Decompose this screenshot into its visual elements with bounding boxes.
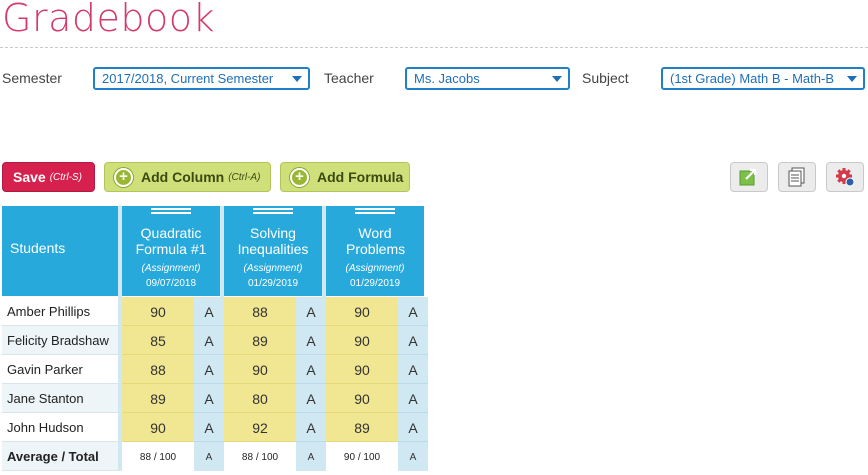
grade-cell: A	[296, 384, 326, 413]
add-formula-label: Add Formula	[317, 169, 404, 185]
column-kind: (Assignment)	[141, 263, 201, 274]
plus-icon: +	[114, 167, 133, 187]
score-cell[interactable]: 88	[224, 297, 296, 326]
add-column-button[interactable]: + Add Column (Ctrl-A)	[104, 162, 271, 192]
add-formula-button[interactable]: + Add Formula	[280, 162, 410, 192]
subject-label: Subject	[582, 70, 629, 86]
score-cell[interactable]: 90	[326, 297, 398, 326]
score-cell[interactable]: 90	[122, 413, 194, 442]
column-date: 09/07/2018	[145, 278, 197, 289]
average-total-label: Average / Total	[2, 442, 118, 471]
student-name: Gavin Parker	[2, 355, 118, 384]
score-cell[interactable]: 80	[224, 384, 296, 413]
column-header-inequalities[interactable]: Solving Inequalities (Assignment) 01/29/…	[224, 206, 322, 296]
add-column-shortcut: (Ctrl-A)	[228, 171, 261, 183]
chevron-down-icon	[552, 76, 562, 82]
chevron-down-icon	[847, 76, 857, 82]
total-score: 88 / 100	[122, 442, 194, 471]
semester-label: Semester	[2, 70, 62, 86]
semester-select-value: 2017/2018, Current Semester	[102, 71, 274, 86]
teacher-select[interactable]: Ms. Jacobs	[405, 67, 570, 90]
column-header-quadratic[interactable]: Quadratic Formula #1 (Assignment) 09/07/…	[122, 206, 220, 296]
grade-cell: A	[194, 384, 224, 413]
semester-select[interactable]: 2017/2018, Current Semester	[93, 67, 310, 90]
column-date: 01/29/2019	[349, 278, 401, 289]
report-button[interactable]	[778, 162, 816, 192]
drag-handle-icon[interactable]	[151, 208, 191, 214]
drag-handle-icon[interactable]	[253, 208, 293, 214]
export-icon	[739, 168, 757, 186]
total-grade: A	[296, 442, 326, 471]
drag-handle-icon[interactable]	[355, 208, 395, 214]
grade-cell: A	[296, 355, 326, 384]
save-button[interactable]: Save (Ctrl-S)	[2, 162, 95, 192]
grade-cell: A	[296, 413, 326, 442]
column-name: Solving Inequalities	[237, 225, 309, 257]
column-kind: (Assignment)	[345, 263, 405, 274]
score-cell[interactable]: 90	[224, 355, 296, 384]
grade-cell: A	[296, 297, 326, 326]
teacher-label: Teacher	[324, 70, 374, 86]
column-header-word-problems[interactable]: Word Problems (Assignment) 01/29/2019	[326, 206, 424, 296]
grade-cell: A	[398, 355, 428, 384]
save-button-label: Save	[13, 169, 46, 185]
grade-cell: A	[398, 384, 428, 413]
column-date: 01/29/2019	[247, 278, 299, 289]
total-grade: A	[194, 442, 224, 471]
student-name: Jane Stanton	[2, 384, 118, 413]
grade-cell: A	[398, 297, 428, 326]
student-name: Felicity Bradshaw	[2, 326, 118, 355]
save-shortcut: (Ctrl-S)	[49, 171, 82, 183]
title-divider	[0, 47, 868, 48]
grade-cell: A	[194, 355, 224, 384]
score-cell[interactable]: 89	[122, 384, 194, 413]
student-name: Amber Phillips	[2, 297, 118, 326]
add-column-label: Add Column	[141, 169, 225, 185]
score-cell[interactable]: 92	[224, 413, 296, 442]
score-cell[interactable]: 90	[326, 355, 398, 384]
grade-cell: A	[398, 326, 428, 355]
chevron-down-icon	[292, 76, 302, 82]
students-header-label: Students	[10, 240, 66, 256]
total-grade: A	[398, 442, 428, 471]
score-cell[interactable]: 85	[122, 326, 194, 355]
gear-icon	[836, 168, 855, 187]
grade-cell: A	[296, 326, 326, 355]
subject-select[interactable]: (1st Grade) Math B - Math-B	[661, 67, 865, 90]
grade-cell: A	[194, 297, 224, 326]
student-name: John Hudson	[2, 413, 118, 442]
plus-icon: +	[290, 167, 309, 187]
column-name: Quadratic Formula #1	[135, 225, 207, 257]
column-name: Word Problems	[346, 225, 406, 257]
subject-select-value: (1st Grade) Math B - Math-B	[670, 71, 834, 86]
settings-button[interactable]	[826, 162, 864, 192]
export-button[interactable]	[730, 162, 768, 192]
total-score: 90 / 100	[326, 442, 398, 471]
grade-cell: A	[194, 413, 224, 442]
students-column-header: Students	[2, 206, 118, 296]
teacher-select-value: Ms. Jacobs	[414, 71, 480, 86]
score-cell[interactable]: 90	[122, 297, 194, 326]
page-title: Gradebook	[2, 0, 215, 40]
column-kind: (Assignment)	[243, 263, 303, 274]
score-cell[interactable]: 90	[326, 326, 398, 355]
score-cell[interactable]: 90	[326, 384, 398, 413]
score-cell[interactable]: 88	[122, 355, 194, 384]
score-cell[interactable]: 89	[326, 413, 398, 442]
score-cell[interactable]: 89	[224, 326, 296, 355]
grade-cell: A	[398, 413, 428, 442]
grade-cell: A	[194, 326, 224, 355]
report-icon	[788, 167, 805, 187]
total-score: 88 / 100	[224, 442, 296, 471]
